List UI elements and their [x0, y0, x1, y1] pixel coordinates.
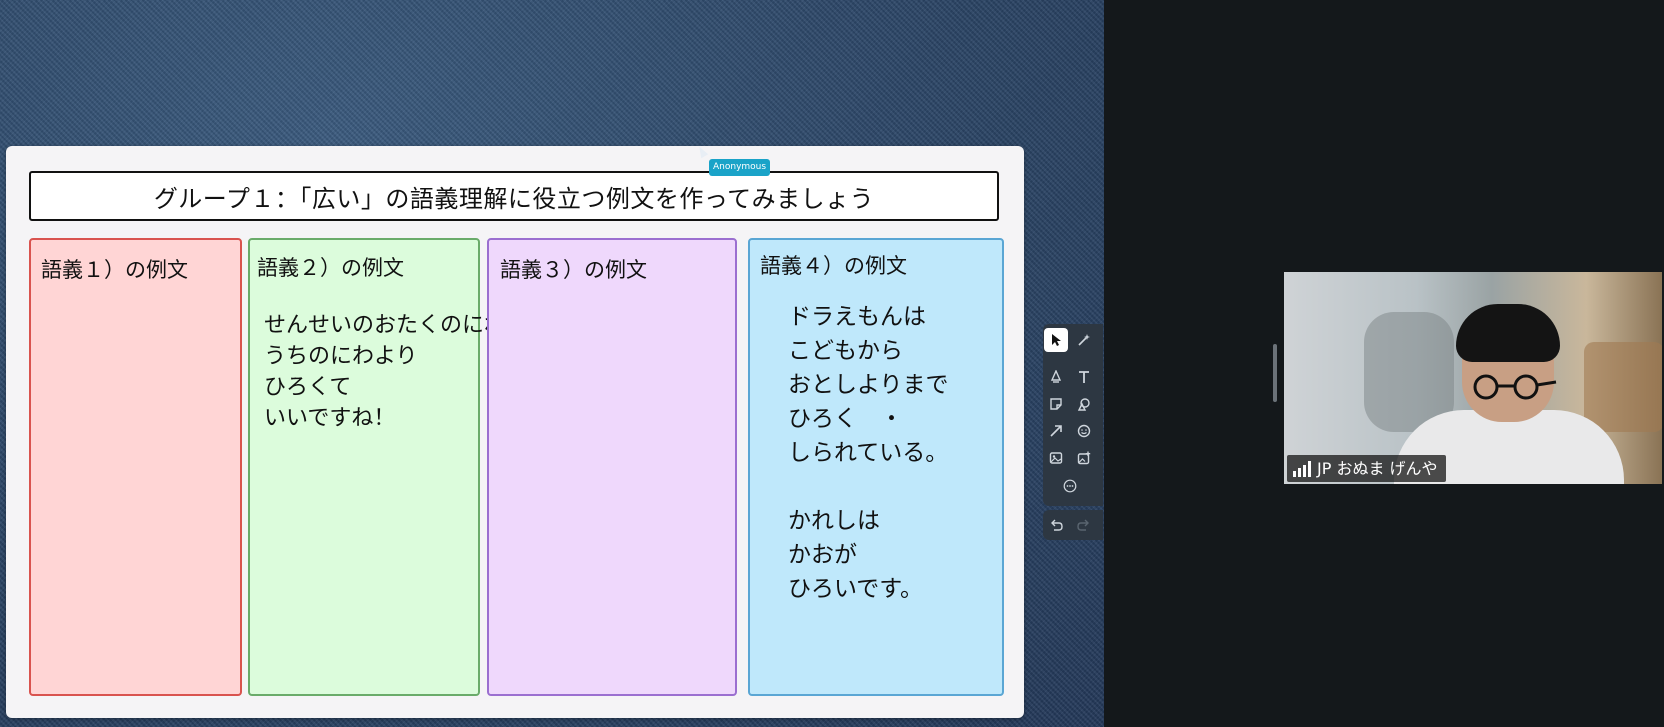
- whiteboard-board[interactable]: グループ１：「広い」の語義理解に役立つ例文を作ってみましょう 語義１）の例文 語…: [6, 146, 1024, 718]
- meaning-4-heading: 語義４）の例文: [760, 254, 907, 278]
- undo-icon[interactable]: [1044, 513, 1068, 537]
- meaning-3-column[interactable]: 語義３）の例文: [487, 238, 737, 696]
- text-icon[interactable]: [1072, 365, 1096, 389]
- sticker-icon[interactable]: [1072, 419, 1096, 443]
- shapes-icon[interactable]: [1072, 392, 1096, 416]
- participant-hair: [1456, 304, 1560, 362]
- whiteboard-toolbar: [1043, 324, 1103, 506]
- meaning-2-column[interactable]: 語義２）の例文 せんせいのおたくのにわは うちのにわより ひろくて いいですね！: [248, 238, 528, 696]
- more-icon[interactable]: [1058, 474, 1082, 498]
- meaning-3-heading: 語義３）の例文: [500, 258, 647, 282]
- meaning-4-column[interactable]: 語義４）の例文 ドラえもんは こどもから おとしよりまで ひろく ・ しられてい…: [748, 238, 1004, 696]
- image-icon[interactable]: [1044, 446, 1068, 470]
- meaning-1-column[interactable]: 語義１）の例文: [29, 238, 242, 696]
- participant-video[interactable]: [1284, 272, 1662, 484]
- board-title[interactable]: グループ１：「広い」の語義理解に役立つ例文を作ってみましょう: [29, 171, 999, 221]
- meaning-4-text[interactable]: ドラえもんは こどもから おとしよりまで ひろく ・ しられている。 かれしは …: [788, 300, 949, 606]
- sticky-note-icon[interactable]: [1044, 392, 1068, 416]
- meaning-2-heading: 語義２）の例文: [257, 256, 404, 280]
- video-background-shelf: [1584, 342, 1662, 432]
- redo-icon[interactable]: [1072, 513, 1096, 537]
- pointer-icon[interactable]: [1044, 328, 1068, 352]
- panel-resize-handle[interactable]: [1273, 344, 1277, 402]
- participant-name: JP おぬま げんや: [1317, 459, 1438, 478]
- participant-name-tag: JP おぬま げんや: [1287, 455, 1446, 482]
- pen-icon[interactable]: [1044, 365, 1068, 389]
- arrow-icon[interactable]: [1044, 419, 1068, 443]
- history-toolbar: [1043, 510, 1103, 540]
- meaning-1-heading: 語義１）の例文: [41, 258, 188, 282]
- add-image-icon[interactable]: [1072, 446, 1096, 470]
- remote-cursor-label: Anonymous: [709, 159, 771, 176]
- signal-strength-icon: [1293, 460, 1311, 477]
- participant-glasses: [1473, 374, 1557, 400]
- magic-wand-icon[interactable]: [1072, 328, 1096, 352]
